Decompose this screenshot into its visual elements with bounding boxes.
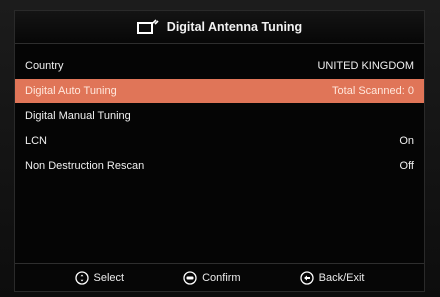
menu-item-value: Total Scanned: 0	[332, 85, 414, 97]
confirm-hint[interactable]: Confirm	[183, 270, 241, 285]
footer-hints: Select Confirm Back/Exit	[15, 263, 424, 291]
menu-item-lcn[interactable]: LCN On	[15, 129, 424, 153]
menu-item-label: Digital Manual Tuning	[25, 110, 131, 122]
menu-item-country[interactable]: Country UNITED KINGDOM	[15, 54, 424, 78]
ok-button-icon	[183, 270, 197, 285]
tv-screen: Digital Antenna Tuning Country UNITED KI…	[14, 10, 425, 292]
menu-item-digital-manual-tuning[interactable]: Digital Manual Tuning	[15, 104, 424, 128]
menu-item-label: Digital Auto Tuning	[25, 85, 117, 97]
select-label: Select	[93, 271, 125, 284]
back-exit-label: Back/Exit	[318, 271, 365, 284]
menu-item-label: LCN	[25, 135, 48, 147]
confirm-label: Confirm	[202, 271, 241, 284]
menu-item-digital-auto-tuning[interactable]: Digital Auto Tuning Total Scanned: 0	[15, 79, 424, 103]
menu-item-value: Off	[399, 160, 414, 172]
tv-bezel: Digital Antenna Tuning Country UNITED KI…	[0, 0, 440, 297]
menu-header: Digital Antenna Tuning	[15, 11, 424, 44]
menu-item-label: Non Destruction Rescan	[25, 160, 145, 172]
select-icon	[74, 270, 89, 285]
menu-item-label: Country	[25, 60, 64, 72]
menu-item-value: UNITED KINGDOM	[317, 60, 414, 72]
back-exit-hint[interactable]: Back/Exit	[299, 270, 365, 285]
menu-item-non-destruction-rescan[interactable]: Non Destruction Rescan Off	[15, 154, 424, 178]
antenna-tv-icon	[136, 19, 159, 35]
page-title: Digital Antenna Tuning	[166, 20, 303, 34]
menu-list: Country UNITED KINGDOM Digital Auto Tuni…	[15, 54, 424, 179]
select-hint[interactable]: Select	[74, 270, 125, 285]
menu-item-value: On	[399, 135, 414, 147]
back-icon	[299, 270, 314, 285]
